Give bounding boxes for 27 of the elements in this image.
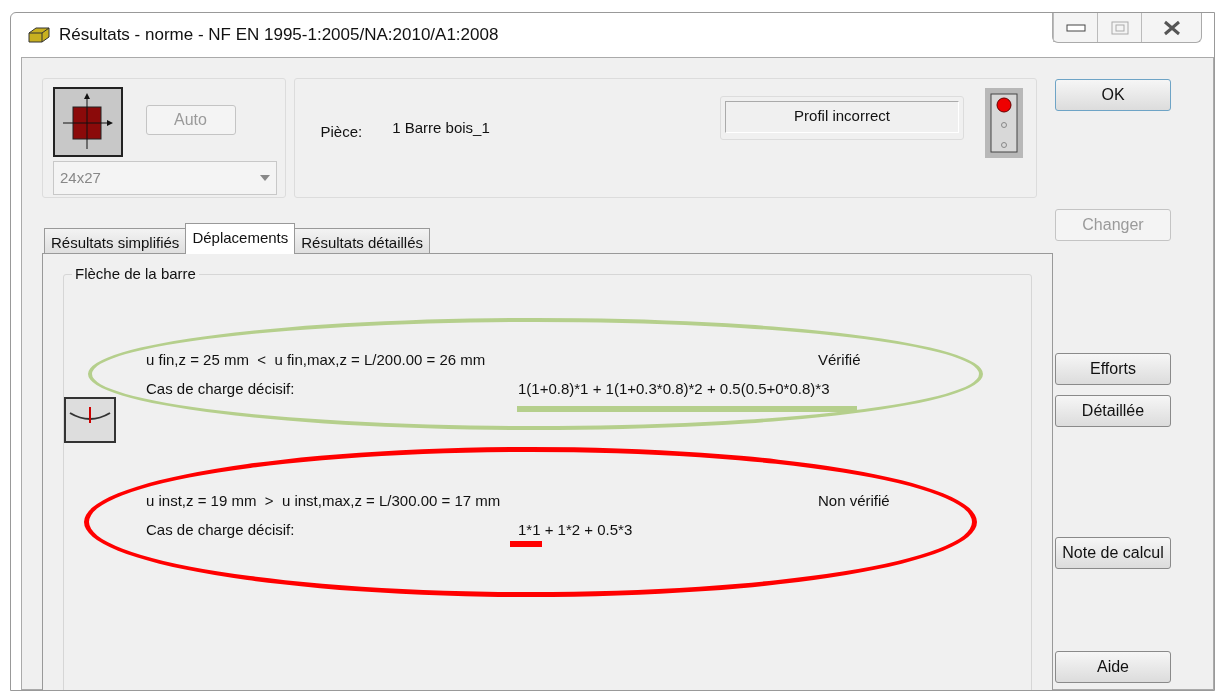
caret-icon xyxy=(260,175,270,181)
deflection-condition: u fin,z = 25 mm < u fin,max,z = L/200.00 = 26 mm xyxy=(146,350,487,370)
highlight-underline xyxy=(510,541,542,547)
dialog-button[interactable]: Efforts xyxy=(1055,353,1171,385)
deflection-condition: u inst,z = 19 mm > u inst,max,z = L/300.00 = 17 mm xyxy=(146,491,502,511)
dialog-button[interactable]: Note de calcul xyxy=(1055,537,1171,569)
piece-label: Pièce: xyxy=(320,122,363,142)
maximize-icon xyxy=(1110,20,1129,35)
tab[interactable]: Déplacements xyxy=(185,223,296,254)
cross-section-icon xyxy=(53,87,123,157)
load-case-formula: 1(1+0.8)*1 + 1(1+0.3*0.8)*2 + 0.5(0.5+0*0.8)*3 xyxy=(518,378,831,399)
piece-value: 1 Barre bois_1 xyxy=(392,118,490,138)
load-case-label: Cas de charge décisif: xyxy=(146,378,296,399)
close-icon xyxy=(1161,19,1182,36)
load-case-formula: 1*1 + 1*2 + 0.5*3 xyxy=(518,519,634,540)
dialog-button[interactable]: OK xyxy=(1055,79,1171,111)
check-status: Non vérifié xyxy=(818,491,890,511)
window-title: Résultats - norme - NF EN 1995-1:2005/NA:2010/A1:2008 xyxy=(59,24,499,47)
load-case-label: Cas de charge décisif: xyxy=(146,519,296,540)
dialog-button[interactable]: Aide xyxy=(1055,651,1171,683)
check-status: Vérifié xyxy=(818,350,861,370)
app-icon xyxy=(27,25,51,45)
status-message: Profil incorrect xyxy=(725,101,959,133)
tab[interactable]: Résultats détaillés xyxy=(294,228,430,254)
tab[interactable]: Résultats simplifiés xyxy=(44,228,187,254)
dialog-button[interactable]: Détaillée xyxy=(1055,395,1171,427)
minimize-icon xyxy=(1065,23,1086,32)
